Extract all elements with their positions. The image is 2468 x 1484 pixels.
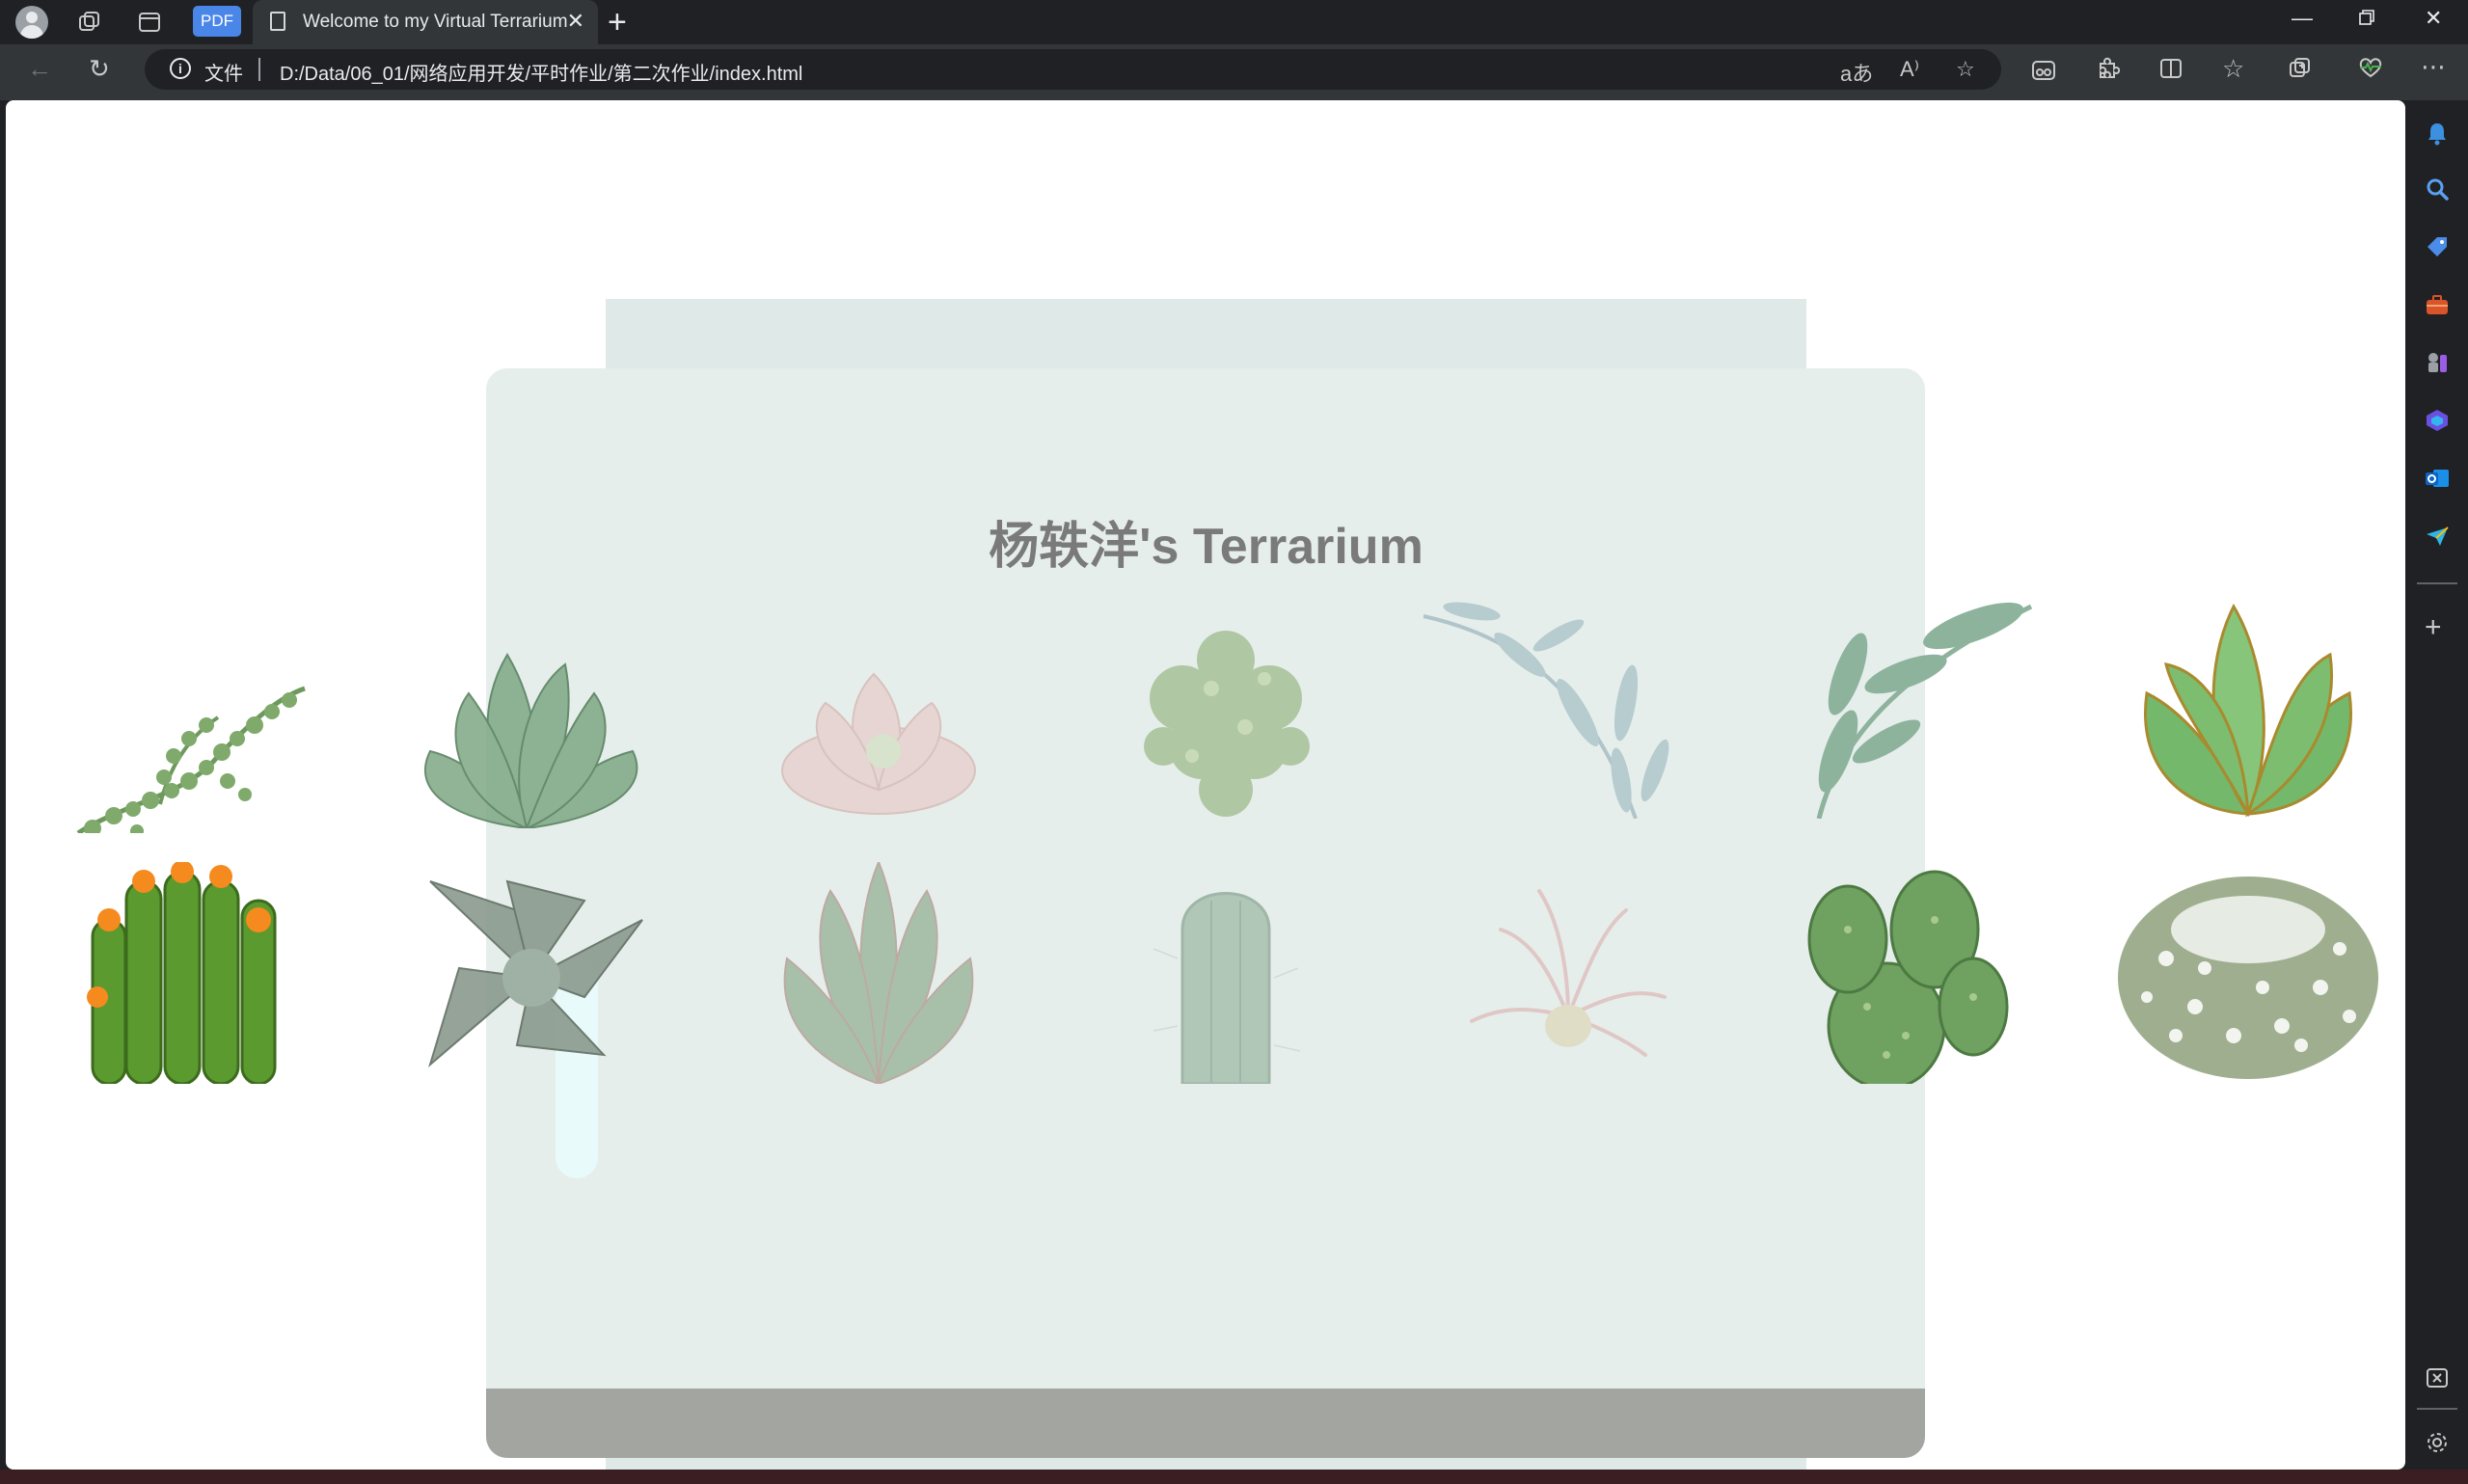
split-screen-icon[interactable] <box>2158 56 2183 88</box>
translate-icon[interactable]: aあ <box>1840 57 1873 88</box>
favorites-icon[interactable]: ☆ <box>2222 54 2244 84</box>
plant-leafy-sprig[interactable] <box>1761 597 2041 819</box>
plant-eucalyptus-sprig[interactable] <box>1414 597 1694 819</box>
sidebar-divider-bottom <box>2417 1408 2457 1410</box>
plant-gray-echeveria[interactable] <box>392 862 671 1084</box>
send-plane-icon[interactable] <box>2424 523 2451 550</box>
close-window-icon[interactable]: ✕ <box>2425 6 2442 31</box>
more-menu-icon[interactable]: ⋯ <box>2421 52 2446 82</box>
address-scheme: 文件 <box>204 64 243 85</box>
plant-air-plant[interactable] <box>1433 862 1713 1084</box>
tab-terrarium[interactable]: Welcome to my Virtual Terrarium ✕ <box>253 0 598 44</box>
address-bar[interactable]: i 文件 D:/Data/06_01/网络应用开发/平时作业/第二次作业/ind… <box>145 49 2001 90</box>
search-icon[interactable] <box>2424 175 2451 202</box>
plant-clustered-succulent[interactable] <box>1086 602 1366 823</box>
read-aloud-icon[interactable]: A⁾ <box>1900 57 1919 82</box>
extensions-icon[interactable] <box>2095 56 2121 88</box>
immersive-reader-icon[interactable] <box>2031 58 2056 88</box>
add-sidebar-app-icon[interactable]: + <box>2425 611 2442 644</box>
games-chess-icon[interactable] <box>2424 349 2451 376</box>
tab-title: Welcome to my Virtual Terrarium <box>303 12 568 32</box>
plant-echeveria-green[interactable] <box>392 607 671 828</box>
address-separator <box>258 58 260 81</box>
info-icon[interactable]: i <box>170 58 191 79</box>
back-icon[interactable]: ← <box>27 54 52 84</box>
browser-essentials-icon[interactable] <box>2357 56 2384 86</box>
plant-echeveria-pink[interactable] <box>739 607 1018 828</box>
jar-dirt <box>486 1389 1925 1458</box>
taskbar-edge <box>0 1470 2468 1484</box>
restore-icon[interactable] <box>2357 8 2376 33</box>
address-url[interactable]: D:/Data/06_01/网络应用开发/平时作业/第二次作业/index.ht… <box>280 58 802 86</box>
refresh-icon[interactable]: ↻ <box>89 54 110 84</box>
pdf-button[interactable]: PDF <box>193 6 241 37</box>
settings-gear-icon[interactable] <box>2424 1429 2451 1456</box>
copilot-icon[interactable] <box>2424 407 2451 434</box>
jar-lid <box>606 299 1806 370</box>
tools-briefcase-icon[interactable] <box>2424 291 2451 318</box>
page-title: 杨轶洋's Terrarium <box>989 519 1424 575</box>
jar-base <box>606 1458 1806 1470</box>
document-icon <box>270 12 285 31</box>
workspaces-icon[interactable] <box>75 8 104 37</box>
navigation-toolbar: ← ↻ i 文件 D:/Data/06_01/网络应用开发/平时作业/第二次作业… <box>0 44 2468 100</box>
plant-column-cactus[interactable] <box>1086 862 1366 1084</box>
plant-string-of-pearls[interactable] <box>44 611 324 833</box>
screenshot-icon[interactable] <box>2424 1365 2451 1392</box>
notification-bell-icon[interactable] <box>2424 120 2451 147</box>
outlook-icon[interactable] <box>2424 465 2451 492</box>
plant-spiky-aloe[interactable] <box>739 862 1018 1084</box>
new-tab-icon[interactable]: + <box>608 4 627 41</box>
minimize-icon[interactable]: — <box>2292 6 2313 31</box>
plant-fuzzy-ball-cactus[interactable] <box>2108 862 2388 1084</box>
plant-green-rosette[interactable] <box>2108 597 2388 819</box>
sidebar-divider <box>2417 582 2457 584</box>
page-viewport: 杨轶洋's Terrarium <box>6 100 2405 1470</box>
favorite-star-icon[interactable]: ☆ <box>1956 57 1975 82</box>
title-bar: PDF Welcome to my Virtual Terrarium ✕ + … <box>0 0 2468 44</box>
collections-icon[interactable] <box>2288 56 2313 88</box>
profile-avatar[interactable] <box>15 6 48 39</box>
plant-prickly-pear[interactable] <box>1761 862 2041 1084</box>
right-sidebar: + <box>2405 100 2468 1474</box>
plant-flowering-cactus[interactable] <box>44 862 324 1084</box>
shopping-tag-icon[interactable] <box>2424 233 2451 260</box>
tab-close-icon[interactable]: ✕ <box>567 9 584 34</box>
tab-actions-icon[interactable] <box>135 8 164 37</box>
